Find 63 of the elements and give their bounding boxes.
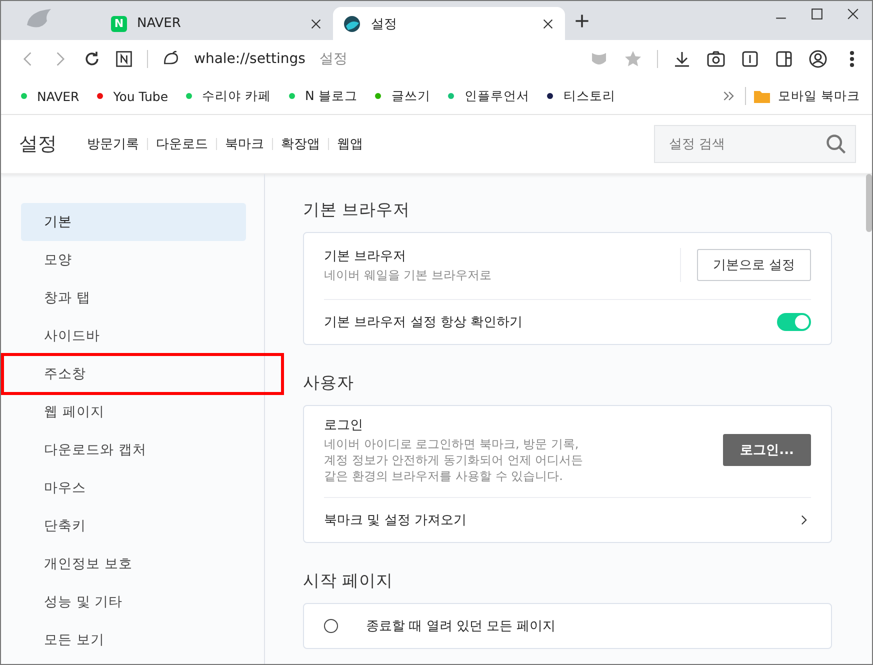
setting-label: 기본 브라우저 설정 항상 확인하기 (324, 314, 524, 331)
address-url[interactable]: whale://settings (194, 51, 306, 67)
sidebar-icon[interactable] (774, 49, 794, 69)
search-icon[interactable] (825, 133, 847, 155)
radio-button[interactable] (324, 618, 338, 633)
set-default-button[interactable]: 기본으로 설정 (696, 249, 811, 281)
sidebar-item[interactable]: 기본 (21, 203, 246, 241)
sidebar-item[interactable]: 단축키 (21, 507, 246, 545)
sidebar-item[interactable]: 성능 및 기타 (21, 583, 246, 621)
bookmark-link[interactable]: 글쓰기 (375, 88, 430, 104)
sidebar-item[interactable]: 사이드바 (21, 317, 246, 355)
new-tab-plus-icon[interactable] (573, 12, 591, 30)
download-icon[interactable] (672, 49, 692, 69)
bookmark-link[interactable]: NAVER (21, 88, 80, 104)
bookmark-link[interactable]: 수리야 카페 (186, 88, 272, 104)
whale-favicon-icon (343, 14, 361, 32)
sidebar-item[interactable]: 모든 보기 (21, 621, 246, 659)
browser-tab[interactable]: 설정 (333, 7, 565, 40)
setting-title: 로그인 (324, 417, 364, 434)
header-link[interactable]: 북마크 (217, 135, 272, 153)
browser-tab[interactable]: N NAVER (101, 7, 333, 40)
header-link[interactable]: 웹앱 (329, 135, 371, 153)
header-link[interactable]: 방문기록 (79, 135, 147, 153)
sidebar-item[interactable]: 주소창 (21, 355, 246, 393)
sidebar-item[interactable]: 모양 (21, 241, 246, 279)
section-title: 시작 페이지 (303, 570, 394, 591)
setting-title: 기본 브라우저 (324, 248, 408, 265)
setting-description: 네이버 웨일을 기본 브라우저로 (324, 266, 492, 284)
radio-label: 종료할 때 열려 있던 모든 페이지 (366, 618, 557, 635)
sidebar-item[interactable]: 창과 탭 (21, 279, 246, 317)
sidebar-item[interactable]: 개인정보 보호 (21, 545, 246, 583)
sidebar-item[interactable]: 마우스 (21, 469, 246, 507)
reader-icon[interactable] (740, 49, 760, 69)
bookmark-link[interactable]: N 블로그 (289, 88, 358, 104)
settings-title: 설정 (19, 132, 57, 157)
reload-icon[interactable] (83, 50, 101, 68)
header-link[interactable]: 확장앱 (273, 135, 328, 153)
close-icon[interactable] (846, 7, 860, 21)
bookmark-link[interactable]: 인플루언서 (448, 88, 530, 104)
bookmark-link[interactable]: You Tube (97, 88, 168, 104)
setting-description: 네이버 아이디로 로그인하면 북마크, 방문 기록, 계정 정보가 안전하게 동기화되어 언제 어디서든 같은 환경의 브라우저를 사용할 수 있습니다. (324, 436, 584, 485)
camera-icon[interactable] (706, 49, 726, 69)
profile-icon[interactable] (808, 49, 828, 69)
settings-search-field[interactable]: 설정 검색 (654, 125, 856, 163)
bookmark-folder[interactable]: 모바일 북마크 (754, 88, 860, 104)
section-title: 기본 브라우저 (303, 200, 412, 220)
close-icon[interactable] (541, 16, 555, 30)
sidebar-item[interactable]: 다운로드와 캡처 (21, 431, 246, 469)
sidebar-item[interactable]: 웹 페이지 (21, 393, 246, 431)
close-icon[interactable] (309, 16, 323, 30)
setting-link[interactable]: 북마크 및 설정 가져오기 (324, 510, 797, 529)
toggle-switch[interactable] (777, 313, 811, 331)
star-icon[interactable] (623, 49, 643, 69)
login-button[interactable]: 로그인... (723, 434, 811, 466)
folder-icon (754, 89, 770, 103)
naver-favicon-icon: N (111, 16, 127, 32)
section-title: 사용자 (303, 373, 355, 393)
n-square-icon[interactable] (115, 50, 133, 68)
header-link[interactable]: 다운로드 (148, 135, 216, 153)
address-page-title: 설정 (319, 50, 348, 68)
bookmark-link[interactable]: 티스토리 (547, 88, 616, 104)
maximize-icon[interactable] (810, 7, 824, 21)
scrollbar-thumb[interactable] (866, 174, 872, 232)
